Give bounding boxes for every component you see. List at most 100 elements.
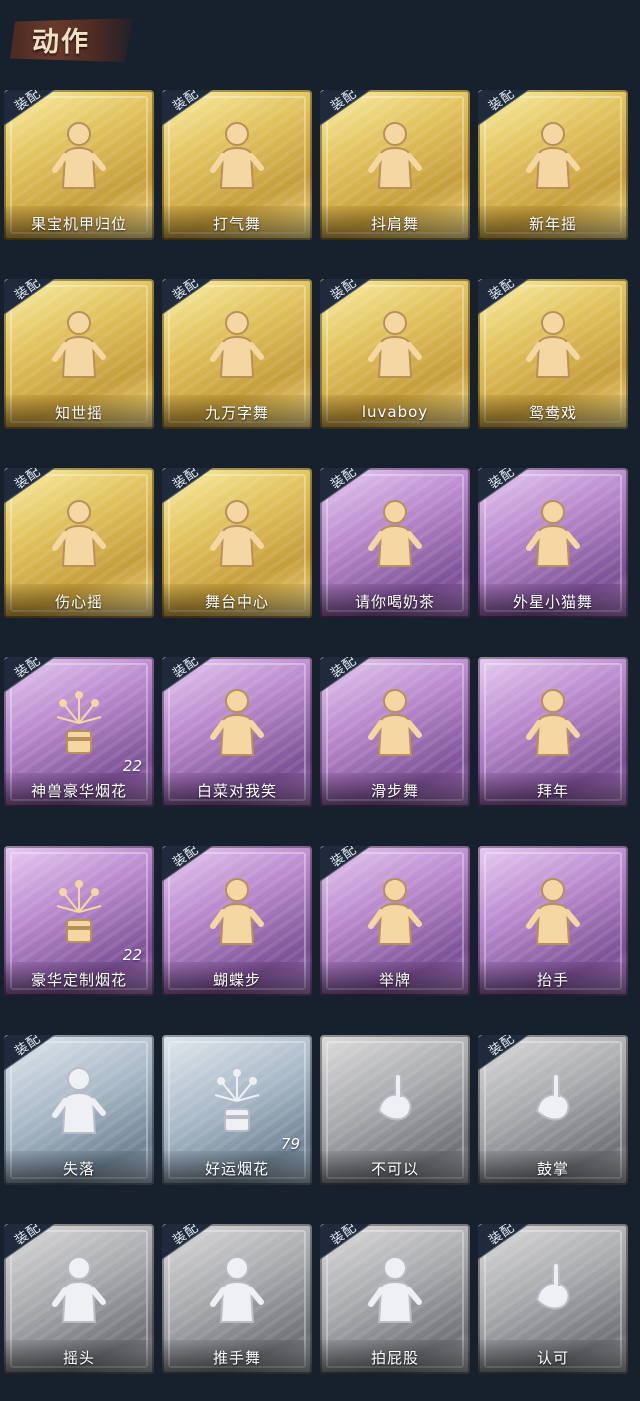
figure-slide-icon bbox=[365, 685, 425, 761]
firework-can-icon bbox=[207, 1063, 267, 1139]
fireworks-box-icon bbox=[49, 874, 109, 950]
emote-name: 失落 bbox=[62, 1159, 95, 1178]
thumbs-up-icon bbox=[523, 1252, 583, 1328]
card-name-bar: 请你喝奶茶 bbox=[320, 584, 470, 618]
card-name-bar: 神兽豪华烟花 bbox=[4, 773, 154, 807]
emote-name: luvaboy bbox=[361, 403, 429, 421]
emote-card[interactable]: 装配 拍屁股 bbox=[320, 1224, 470, 1374]
emote-card[interactable]: 装配 抖肩舞 bbox=[320, 90, 470, 240]
card-name-bar: 知世摇 bbox=[4, 395, 154, 429]
emote-card[interactable]: 22 豪华定制烟花 bbox=[4, 846, 154, 996]
figure-sway-icon bbox=[49, 307, 109, 383]
card-name-bar: 推手舞 bbox=[162, 1340, 312, 1374]
figure-cross-arms-icon bbox=[207, 685, 267, 761]
card-name-bar: luvaboy bbox=[320, 395, 470, 429]
card-name-bar: 举牌 bbox=[320, 962, 470, 996]
figure-sparkle-icon bbox=[207, 496, 267, 572]
emote-name: 摇头 bbox=[62, 1348, 95, 1367]
clap-hands-icon bbox=[523, 1063, 583, 1139]
emote-name: 白菜对我笑 bbox=[196, 781, 277, 800]
emote-name: 拜年 bbox=[536, 781, 569, 800]
emote-card[interactable]: 装配 白菜对我笑 bbox=[162, 657, 312, 807]
emote-name: 滑步舞 bbox=[370, 781, 419, 800]
card-name-bar: 豪华定制烟花 bbox=[4, 962, 154, 996]
emote-name: 新年摇 bbox=[528, 214, 577, 233]
card-name-bar: 认可 bbox=[478, 1340, 628, 1374]
card-name-bar: 九万字舞 bbox=[162, 395, 312, 429]
emote-grid: 装配 果宝机甲归位 装配 打气舞 装配 抖肩舞 装配 新年摇装配 知世摇 装配 九万字舞… bbox=[4, 90, 636, 1374]
card-name-bar: 拍屁股 bbox=[320, 1340, 470, 1374]
emote-name: 抖肩舞 bbox=[370, 214, 419, 233]
figure-arm-icon bbox=[365, 307, 425, 383]
page-title: 动作 bbox=[32, 27, 90, 58]
emote-card[interactable]: 装配 九万字舞 bbox=[162, 279, 312, 429]
figure-shake-icon bbox=[523, 118, 583, 194]
emote-card[interactable]: 装配 知世摇 bbox=[4, 279, 154, 429]
header: 动作 bbox=[0, 0, 640, 78]
emote-name: 豪华定制烟花 bbox=[30, 970, 127, 989]
figure-shake-head-icon bbox=[49, 1252, 109, 1328]
card-name-bar: 鸳鸯戏 bbox=[478, 395, 628, 429]
card-name-bar: 蝴蝶步 bbox=[162, 962, 312, 996]
emote-card[interactable]: 装配 鼓掌 bbox=[478, 1035, 628, 1185]
emote-name: 果宝机甲归位 bbox=[30, 214, 127, 233]
figure-raise-hand-icon bbox=[523, 874, 583, 950]
card-name-bar: 伤心摇 bbox=[4, 584, 154, 618]
figure-pose-icon bbox=[49, 118, 109, 194]
figure-wave-icon bbox=[523, 307, 583, 383]
figure-push-icon bbox=[207, 1252, 267, 1328]
emote-name: 伤心摇 bbox=[54, 592, 103, 611]
card-name-bar: 抬手 bbox=[478, 962, 628, 996]
emote-card[interactable]: 装配 果宝机甲归位 bbox=[4, 90, 154, 240]
finger-wag-icon bbox=[365, 1063, 425, 1139]
emote-card[interactable]: 79 好运烟花 bbox=[162, 1035, 312, 1185]
figure-shoulder-icon bbox=[365, 118, 425, 194]
emote-card[interactable]: 装配 蝴蝶步 bbox=[162, 846, 312, 996]
emote-name: 知世摇 bbox=[54, 403, 103, 422]
emote-name: 外星小猫舞 bbox=[512, 592, 593, 611]
emote-card[interactable]: 装配 外星小猫舞 bbox=[478, 468, 628, 618]
figure-sign-icon bbox=[365, 496, 425, 572]
emote-name: 舞台中心 bbox=[204, 592, 269, 611]
emote-card[interactable]: 装配 打气舞 bbox=[162, 90, 312, 240]
emote-card[interactable]: 装配 新年摇 bbox=[478, 90, 628, 240]
emote-name: 九万字舞 bbox=[204, 403, 269, 422]
emote-card[interactable]: 拜年 bbox=[478, 657, 628, 807]
emote-card[interactable]: 装配 失落 bbox=[4, 1035, 154, 1185]
figure-point-icon bbox=[207, 874, 267, 950]
emote-card[interactable]: 装配 伤心摇 bbox=[4, 468, 154, 618]
emote-card[interactable]: 装配 鸳鸯戏 bbox=[478, 279, 628, 429]
emote-name: 请你喝奶茶 bbox=[354, 592, 435, 611]
emote-card[interactable]: 抬手 bbox=[478, 846, 628, 996]
emote-card[interactable]: 装配 举牌 bbox=[320, 846, 470, 996]
card-name-bar: 外星小猫舞 bbox=[478, 584, 628, 618]
emote-card[interactable]: 装配 推手舞 bbox=[162, 1224, 312, 1374]
emote-name: 拍屁股 bbox=[370, 1348, 419, 1367]
fireworks-icon bbox=[49, 685, 109, 761]
emote-name: 举牌 bbox=[378, 970, 411, 989]
card-name-bar: 打气舞 bbox=[162, 206, 312, 240]
card-name-bar: 白菜对我笑 bbox=[162, 773, 312, 807]
emote-name: 鼓掌 bbox=[536, 1159, 569, 1178]
emote-name: 神兽豪华烟花 bbox=[30, 781, 127, 800]
card-name-bar: 鼓掌 bbox=[478, 1151, 628, 1185]
emote-name: 好运烟花 bbox=[204, 1159, 269, 1178]
figure-cross-arms-icon bbox=[523, 496, 583, 572]
emote-name: 不可以 bbox=[370, 1159, 419, 1178]
card-name-bar: 拜年 bbox=[478, 773, 628, 807]
card-name-bar: 舞台中心 bbox=[162, 584, 312, 618]
figure-heart-icon bbox=[49, 496, 109, 572]
emote-card[interactable]: 装配 22 神兽豪华烟花 bbox=[4, 657, 154, 807]
emote-card[interactable]: 装配 滑步舞 bbox=[320, 657, 470, 807]
card-name-bar: 新年摇 bbox=[478, 206, 628, 240]
emote-name: 鸳鸯戏 bbox=[528, 403, 577, 422]
emote-card[interactable]: 装配 luvaboy bbox=[320, 279, 470, 429]
emote-card[interactable]: 装配 摇头 bbox=[4, 1224, 154, 1374]
emote-name: 打气舞 bbox=[212, 214, 261, 233]
emote-card[interactable]: 装配 请你喝奶茶 bbox=[320, 468, 470, 618]
emote-card[interactable]: 不可以 bbox=[320, 1035, 470, 1185]
figure-sign-icon bbox=[365, 874, 425, 950]
emote-card[interactable]: 装配 认可 bbox=[478, 1224, 628, 1374]
card-name-bar: 不可以 bbox=[320, 1151, 470, 1185]
emote-card[interactable]: 装配 舞台中心 bbox=[162, 468, 312, 618]
